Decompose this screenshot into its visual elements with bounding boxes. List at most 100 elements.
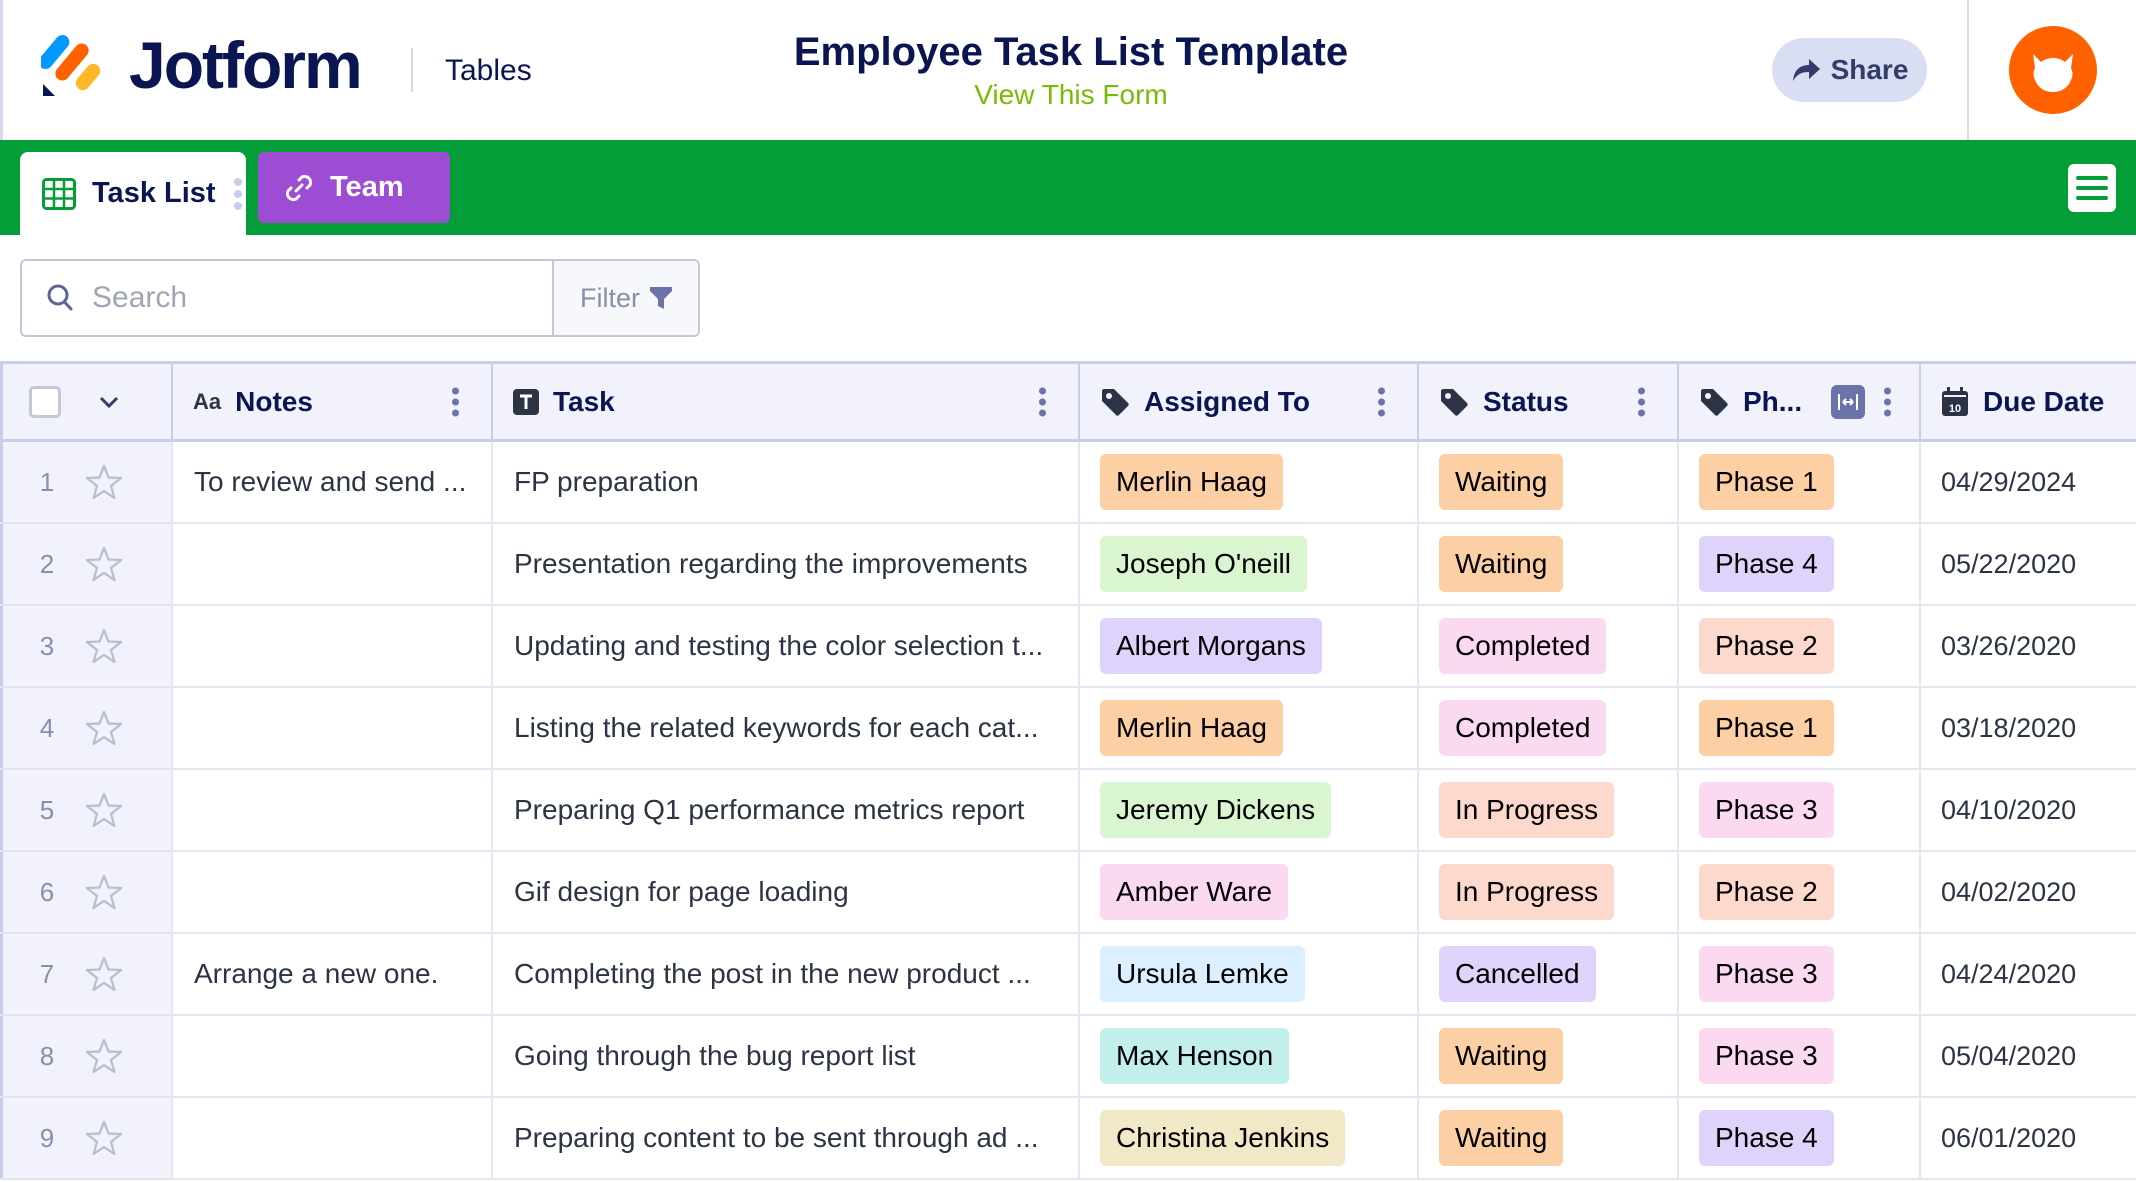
table-row[interactable]: 9 Preparing content to be sent through a… [0,1098,2136,1180]
task-cell[interactable]: FP preparation [493,442,1080,522]
assigned-to-cell[interactable]: Joseph O'neill [1080,524,1419,604]
assigned-to-cell[interactable]: Merlin Haag [1080,688,1419,768]
phase-cell[interactable]: Phase 3 [1679,1016,1921,1096]
notes-cell[interactable] [173,606,493,686]
table-row[interactable]: 5 Preparing Q1 performance metrics repor… [0,770,2136,852]
star-icon[interactable] [85,1120,123,1156]
star-icon[interactable] [85,1038,123,1074]
assigned-to-cell[interactable]: Max Henson [1080,1016,1419,1096]
task-cell[interactable]: Preparing Q1 performance metrics report [493,770,1080,850]
tab-team[interactable]: Team [258,152,450,223]
due-date-cell[interactable]: 05/22/2020 [1921,524,2136,604]
status-cell[interactable]: Waiting [1419,1016,1679,1096]
star-icon[interactable] [85,710,123,746]
phase-cell[interactable]: Phase 1 [1679,442,1921,522]
notes-cell[interactable] [173,1098,493,1178]
notes-cell[interactable]: To review and send ... [173,442,493,522]
filter-button[interactable]: Filter [554,261,698,335]
tab-options-icon[interactable] [233,177,242,210]
notes-cell[interactable] [173,852,493,932]
status-cell[interactable]: Waiting [1419,1098,1679,1178]
phase-cell[interactable]: Phase 1 [1679,688,1921,768]
task-cell[interactable]: Preparing content to be sent through ad … [493,1098,1080,1178]
assigned-to-cell[interactable]: Amber Ware [1080,852,1419,932]
task-cell[interactable]: Presentation regarding the improvements [493,524,1080,604]
phase-cell[interactable]: Phase 4 [1679,1098,1921,1178]
assigned-to-cell[interactable]: Christina Jenkins [1080,1098,1419,1178]
phase-cell[interactable]: Phase 3 [1679,934,1921,1014]
task-cell[interactable]: Going through the bug report list [493,1016,1080,1096]
phase-cell[interactable]: Phase 2 [1679,852,1921,932]
column-header-status[interactable]: Status [1419,364,1679,439]
phase-cell[interactable]: Phase 4 [1679,524,1921,604]
task-cell[interactable]: Listing the related keywords for each ca… [493,688,1080,768]
column-header-task[interactable]: Task [493,364,1080,439]
notes-cell[interactable] [173,770,493,850]
due-date-cell[interactable]: 04/10/2020 [1921,770,2136,850]
task-cell[interactable]: Updating and testing the color selection… [493,606,1080,686]
status-cell[interactable]: In Progress [1419,852,1679,932]
star-icon[interactable] [85,874,123,910]
star-icon[interactable] [85,792,123,828]
assigned-to-cell[interactable]: Ursula Lemke [1080,934,1419,1014]
due-date-cell[interactable]: 06/01/2020 [1921,1098,2136,1178]
column-header-phase[interactable]: Ph... [1679,364,1921,439]
column-options-icon[interactable] [1638,387,1645,416]
phase-cell[interactable]: Phase 2 [1679,606,1921,686]
column-header-due-date[interactable]: 10 Due Date [1921,364,2136,439]
menu-button[interactable] [2068,164,2116,212]
due-date-cell[interactable]: 04/29/2024 [1921,442,2136,522]
chevron-down-icon[interactable] [99,395,119,409]
avatar[interactable] [2009,26,2097,114]
status-cell[interactable]: Waiting [1419,442,1679,522]
star-icon[interactable] [85,956,123,992]
status-cell[interactable]: In Progress [1419,770,1679,850]
star-icon[interactable] [85,628,123,664]
table-row[interactable]: 4 Listing the related keywords for each … [0,688,2136,770]
column-options-icon[interactable] [1884,387,1891,416]
table-row[interactable]: 6 Gif design for page loading Amber Ware… [0,852,2136,934]
column-label: Notes [235,385,313,417]
column-header-notes[interactable]: Aa Notes [173,364,493,439]
notes-cell[interactable] [173,1016,493,1096]
star-icon[interactable] [85,464,123,500]
status-cell[interactable]: Waiting [1419,524,1679,604]
assigned-to-cell[interactable]: Albert Morgans [1080,606,1419,686]
select-all-checkbox[interactable] [29,385,61,418]
status-cell[interactable]: Cancelled [1419,934,1679,1014]
due-date-cell[interactable]: 03/26/2020 [1921,606,2136,686]
status-cell[interactable]: Completed [1419,606,1679,686]
status-badge: Waiting [1439,1028,1564,1084]
column-header-assigned-to[interactable]: Assigned To [1080,364,1419,439]
tag-icon [1701,388,1728,416]
due-date-cell[interactable]: 04/02/2020 [1921,852,2136,932]
notes-cell[interactable] [173,688,493,768]
due-date-cell[interactable]: 05/04/2020 [1921,1016,2136,1096]
due-date-cell[interactable]: 04/24/2020 [1921,934,2136,1014]
search-input[interactable] [92,281,512,315]
assignee-badge: Max Henson [1100,1028,1290,1084]
task-cell[interactable]: Gif design for page loading [493,852,1080,932]
column-options-icon[interactable] [1039,387,1046,416]
notes-cell[interactable] [173,524,493,604]
table-row[interactable]: 1 To review and send ... FP preparation … [0,442,2136,524]
table-row[interactable]: 8 Going through the bug report list Max … [0,1016,2136,1098]
search-field[interactable] [22,261,554,335]
column-options-icon[interactable] [1378,387,1385,416]
table-row[interactable]: 2 Presentation regarding the improvement… [0,524,2136,606]
due-date-cell[interactable]: 03/18/2020 [1921,688,2136,768]
column-options-icon[interactable] [452,387,459,416]
star-icon[interactable] [85,546,123,582]
share-button[interactable]: Share [1772,38,1927,102]
tab-task-list[interactable]: Task List [20,152,246,235]
status-cell[interactable]: Completed [1419,688,1679,768]
table-row[interactable]: 3 Updating and testing the color selecti… [0,606,2136,688]
fit-column-width-icon[interactable] [1831,384,1865,419]
notes-cell[interactable]: Arrange a new one. [173,934,493,1014]
assigned-to-cell[interactable]: Merlin Haag [1080,442,1419,522]
row-number: 6 [39,876,55,907]
table-row[interactable]: 7 Arrange a new one. Completing the post… [0,934,2136,1016]
phase-cell[interactable]: Phase 3 [1679,770,1921,850]
assigned-to-cell[interactable]: Jeremy Dickens [1080,770,1419,850]
task-cell[interactable]: Completing the post in the new product .… [493,934,1080,1014]
